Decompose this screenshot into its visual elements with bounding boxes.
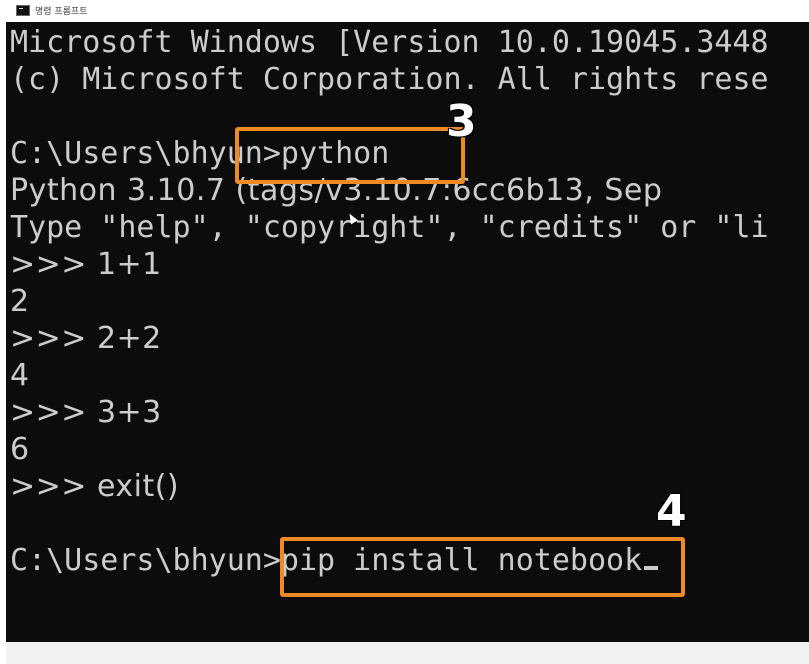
window-bottom-edge (6, 642, 809, 664)
annotation-number-3: 3 (446, 96, 477, 147)
annotation-box-step-3 (235, 127, 465, 184)
console-line-copyright: (c) Microsoft Corporation. All rights re… (10, 62, 769, 97)
console-line-prompt-2: >>> 2+2 (10, 321, 162, 356)
console-line-result-2: 4 (10, 358, 30, 393)
console-line-result-1: 2 (10, 284, 30, 319)
console-line-exit: >>> exit() (10, 469, 180, 504)
console-line-version: Microsoft Windows [Version 10.0.19045.34… (10, 25, 769, 60)
command-prompt-icon (16, 4, 30, 16)
screenshot-stage: 명령 프롬프트 Microsoft Windows [Version 10.0.… (0, 0, 809, 664)
window-titlebar[interactable]: 명령 프롬프트 (6, 0, 809, 20)
console-line-result-3: 6 (10, 432, 30, 467)
annotation-box-step-4 (280, 537, 685, 597)
window-title: 명령 프롬프트 (35, 6, 88, 17)
console-line-prompt-3: >>> 3+3 (10, 395, 162, 430)
console-line-help-hint: Type "help", "copyright", "credits" or "… (10, 210, 769, 245)
console-line-prompt-1: >>> 1+1 (10, 247, 162, 282)
annotation-number-4: 4 (656, 486, 687, 537)
